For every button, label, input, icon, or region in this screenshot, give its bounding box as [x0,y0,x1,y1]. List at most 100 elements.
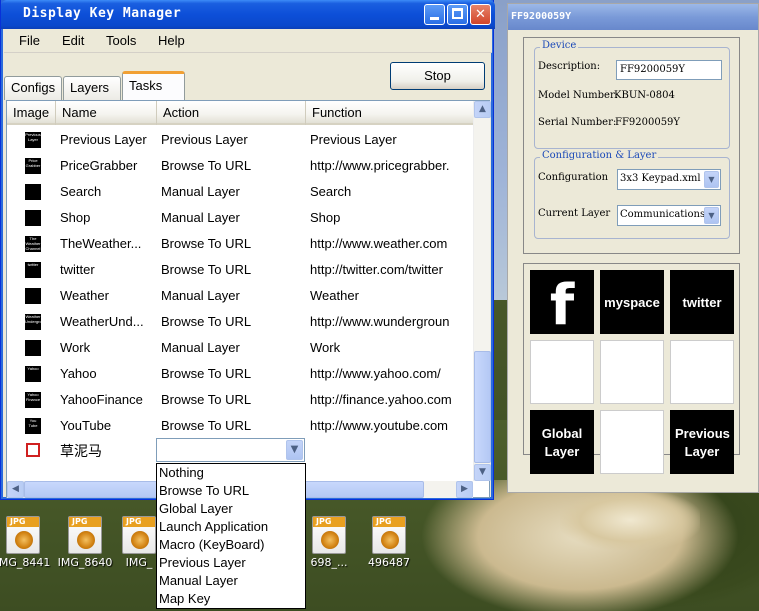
blank-key-icon [26,443,40,457]
previous-layer-icon: Previous Layer [25,132,41,148]
facebook-icon: f [549,273,575,338]
action-option-browse-to-url[interactable]: Browse To URL [157,482,305,500]
vertical-scrollbar[interactable]: ▲ ▼ [473,101,491,481]
list-header: Image Name Action Function [7,101,473,125]
keypad-key[interactable]: f [530,270,594,338]
desktop-icon-label: 698_... [310,556,348,569]
table-row[interactable]: Yahoo Yahoo Browse To URL http://www.yahoo.… [7,361,473,387]
table-row[interactable]: You Tube YouTube Browse To URL http://www.y… [7,413,473,439]
tab-configs[interactable]: Configs [4,76,62,100]
row-action: Manual Layer [161,288,240,303]
menu-edit[interactable]: Edit [62,33,84,48]
action-option-global-layer[interactable]: Global Layer [157,500,305,518]
menu-file[interactable]: File [19,33,40,48]
desktop-icon[interactable]: JPG IMG_8640 [50,516,120,569]
table-row[interactable]: Yahoo Finance YahooFinance Browse To URL ht… [7,387,473,413]
current-layer-select[interactable]: Communications ▼ [617,205,721,226]
device-group: Device Description: FF9200059Y Model Num… [534,40,730,149]
row-action: Browse To URL [161,158,252,173]
main-titlebar[interactable]: Display Key Manager ✕ [1,0,495,29]
description-input[interactable]: FF9200059Y [616,60,722,80]
maximize-button[interactable] [447,4,468,25]
chevron-down-icon[interactable]: ▼ [704,171,719,188]
table-row[interactable]: Weather Underground WeatherUnd... Browse T… [7,309,473,335]
keypad-key[interactable] [670,340,734,404]
action-option-launch-application[interactable]: Launch Application [157,518,305,536]
scroll-down-button[interactable]: ▼ [474,464,491,481]
keypad-key[interactable]: Global Layer [530,410,594,474]
row-function: http://www.wundergroun [310,314,450,329]
yahoo-icon: Yahoo [25,366,41,382]
row-function: Shop [310,210,341,225]
table-row[interactable]: Previous Layer Previous Layer Previous Lay… [7,127,473,153]
row-action: Browse To URL [161,418,252,433]
desktop-icon[interactable]: JPG IMG_ [122,516,156,569]
row-function: http://finance.yahoo.com [310,392,452,407]
vertical-scroll-thumb[interactable] [474,351,491,463]
menu-tools[interactable]: Tools [106,33,136,48]
table-row[interactable]: The Weather Channel TheWeather... Browse T… [7,231,473,257]
work-icon [25,340,41,356]
arrow-down-icon: ▼ [479,467,486,477]
action-option-manual-layer[interactable]: Manual Layer [157,572,305,590]
keypad-panel: f myspace twitter Global Layer Previous Laye… [523,263,740,474]
youtube-icon: You Tube [25,418,41,434]
table-row[interactable]: Work Manual Layer Work [7,335,473,361]
device-titlebar[interactable]: FF9200059Y [508,4,758,30]
tab-tasks[interactable]: Tasks [122,71,185,100]
column-header-action[interactable]: Action [157,101,306,125]
tab-strip: Configs Layers Tasks [4,70,384,100]
close-button[interactable]: ✕ [470,4,491,25]
action-select[interactable]: ▼ [156,438,305,462]
table-row[interactable]: Shop Manual Layer Shop [7,205,473,231]
device-group-legend: Device [540,40,579,51]
keypad-key[interactable] [600,410,664,474]
keypad-key[interactable] [600,340,664,404]
keypad-key[interactable]: Previous Layer [670,410,734,474]
desktop-icon[interactable]: JPG 496487 [354,516,424,569]
table-row[interactable]: twitter twitter Browse To URL http://twitte… [7,257,473,283]
chevron-down-icon[interactable]: ▼ [286,440,303,460]
weather-underground-icon: Weather Underground [25,314,41,330]
key-label: myspace [604,295,660,310]
action-dropdown-list[interactable]: Nothing Browse To URL Global Layer Launc… [156,463,306,609]
new-row-name[interactable]: 草泥马 [60,441,102,461]
menu-help[interactable]: Help [158,33,185,48]
action-option-nothing[interactable]: Nothing [157,464,305,482]
configuration-layer-group: Configuration & Layer Configuration 3x3 … [534,150,730,239]
key-label: twitter [682,295,722,310]
desktop-icon[interactable]: JPG 698_... [303,516,355,569]
keypad-key[interactable]: twitter [670,270,734,334]
device-info-panel: Device Description: FF9200059Y Model Num… [523,37,740,254]
action-option-previous-layer[interactable]: Previous Layer [157,554,305,572]
scroll-left-button[interactable]: ◀ [7,481,24,498]
stop-button[interactable]: Stop [390,62,485,90]
row-function: http://twitter.com/twitter [310,262,443,277]
row-name: TheWeather... [60,236,142,251]
keypad-key[interactable] [530,340,594,404]
serial-number-value: FF9200059Y [615,117,681,128]
column-header-image[interactable]: Image [7,101,56,125]
action-option-macro-keyboard[interactable]: Macro (KeyBoard) [157,536,305,554]
pricegrabber-icon: Price Grabber [25,158,41,174]
scroll-up-button[interactable]: ▲ [474,101,491,118]
tab-layers[interactable]: Layers [63,76,121,100]
action-option-map-key[interactable]: Map Key [157,590,305,608]
row-action: Browse To URL [161,314,252,329]
search-icon [25,184,41,200]
chevron-down-icon[interactable]: ▼ [704,207,719,224]
row-function: http://www.pricegrabber. [310,158,450,173]
table-row[interactable]: Price Grabber PriceGrabber Browse To URL ht… [7,153,473,179]
table-row[interactable]: Search Manual Layer Search [7,179,473,205]
maximize-icon [452,8,463,19]
scroll-right-button[interactable]: ▶ [456,481,473,498]
minimize-button[interactable] [424,4,445,25]
configuration-select[interactable]: 3x3 Keypad.xml ▼ [617,169,721,190]
column-header-name[interactable]: Name [56,101,157,125]
keypad-key[interactable]: myspace [600,270,664,334]
minimize-icon [430,17,439,20]
key-label: Global Layer [541,426,583,459]
jpg-file-icon: JPG [6,516,40,554]
table-row[interactable]: Weather Manual Layer Weather [7,283,473,309]
column-header-function[interactable]: Function [306,101,473,125]
